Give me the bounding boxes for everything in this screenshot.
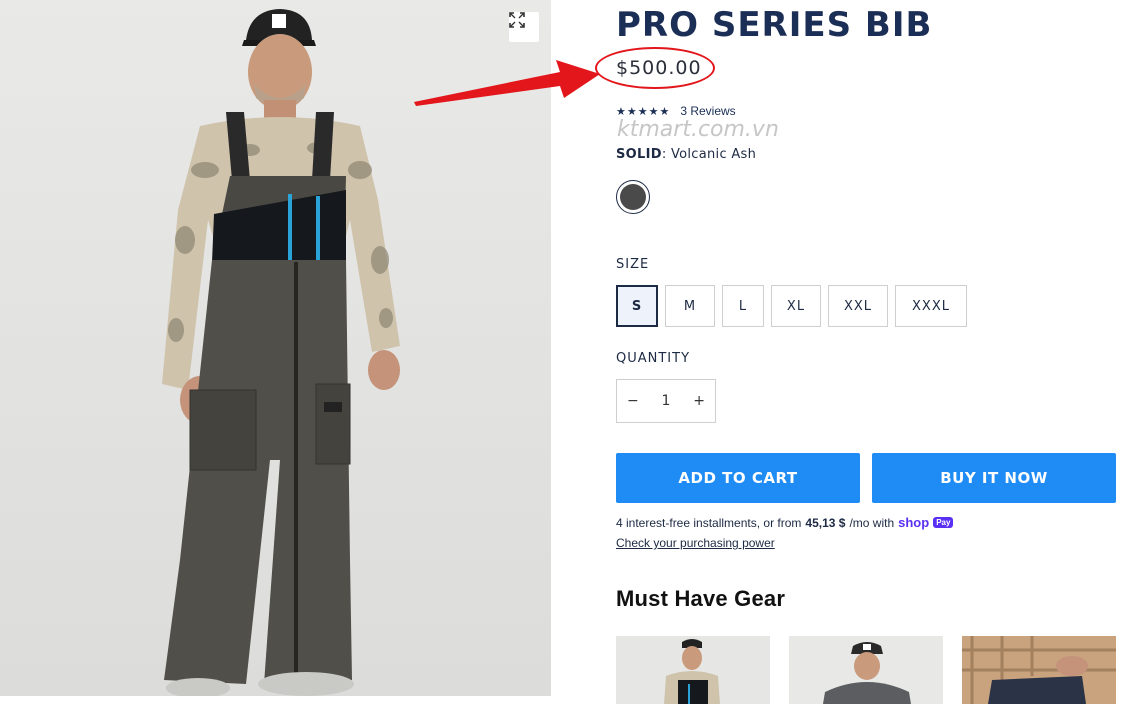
quantity-stepper: − 1 +	[616, 379, 716, 423]
size-option-xxl[interactable]: XXL	[828, 285, 888, 327]
shop-pay-logo: shop	[898, 515, 930, 530]
installments-info: 4 interest-free installments, or from 45…	[616, 515, 954, 530]
variant-label: SOLID	[616, 147, 662, 162]
size-option-m[interactable]: M	[665, 285, 715, 327]
gear-card-2[interactable]	[789, 636, 943, 704]
star-rating-icon: ★★★★★	[616, 104, 671, 118]
check-purchasing-power-link[interactable]: Check your purchasing power	[616, 536, 775, 550]
installments-amount: 45,13 $	[805, 515, 846, 530]
quantity-increase-button[interactable]: +	[693, 393, 705, 409]
size-option-xl[interactable]: XL	[771, 285, 821, 327]
product-price: $500.00	[616, 57, 702, 79]
gear-thumbnail-2	[789, 636, 943, 704]
color-swatch-volcanic-ash[interactable]	[616, 180, 650, 214]
quantity-input[interactable]: 1	[662, 393, 671, 409]
size-option-s[interactable]: S	[616, 285, 658, 327]
gear-thumbnail-1	[616, 636, 770, 704]
zoom-button[interactable]	[509, 12, 539, 42]
rating[interactable]: ★★★★★ 3 Reviews	[616, 104, 736, 118]
installments-prefix: 4 interest-free installments, or from	[616, 515, 802, 530]
size-selector: S M L XL XXL XXXL	[616, 285, 967, 327]
installments-suffix: /mo with	[849, 515, 895, 530]
buy-it-now-button[interactable]: BUY IT NOW	[872, 453, 1116, 503]
variant-value: : Volcanic Ash	[661, 147, 757, 162]
gear-thumbnail-3	[962, 636, 1116, 704]
gear-card-1[interactable]	[616, 636, 770, 704]
shop-pay-badge: Pay	[933, 517, 954, 528]
swatch-color	[620, 184, 646, 210]
add-to-cart-button[interactable]: ADD TO CART	[616, 453, 860, 503]
quantity-decrease-button[interactable]: −	[627, 393, 639, 409]
variant-info: SOLID: Volcanic Ash	[616, 147, 756, 162]
size-option-xxxl[interactable]: XXXL	[895, 285, 967, 327]
reviews-link[interactable]: 3 Reviews	[680, 104, 735, 118]
expand-icon	[509, 12, 525, 28]
product-title: PRO SERIES BIB	[616, 5, 933, 45]
watermark: ktmart.com.vn	[617, 117, 779, 142]
gear-card-3[interactable]	[962, 636, 1116, 704]
quantity-label: QUANTITY	[616, 351, 691, 366]
size-option-l[interactable]: L	[722, 285, 764, 327]
must-have-gear-title: Must Have Gear	[616, 586, 786, 611]
size-label: SIZE	[616, 257, 650, 272]
annotation-arrow	[414, 60, 600, 106]
